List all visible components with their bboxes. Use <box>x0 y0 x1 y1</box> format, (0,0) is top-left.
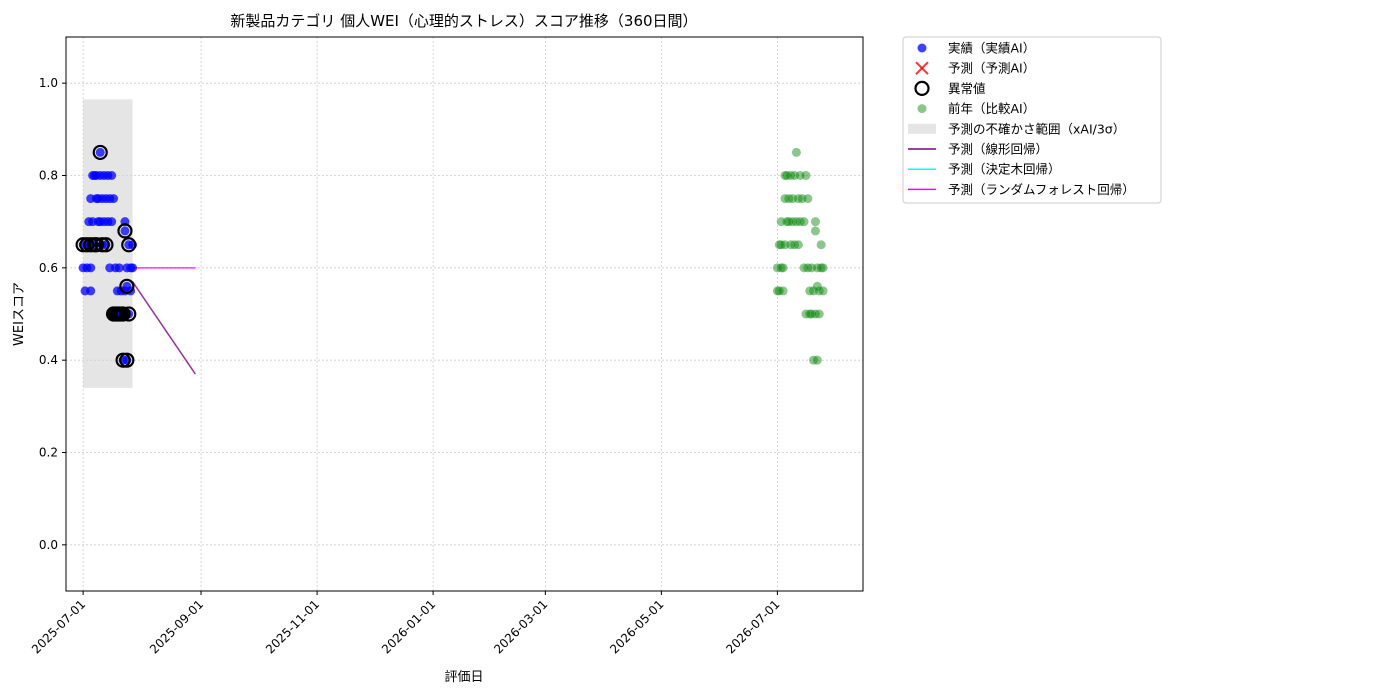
y-tick-label: 0.0 <box>39 538 58 552</box>
x-tick-label: 2026-01-01 <box>379 597 438 656</box>
legend-marker-prev_year <box>917 104 927 114</box>
prev-year-points-layer <box>772 147 828 365</box>
actual-point <box>86 286 96 296</box>
prev-year-point <box>816 240 826 250</box>
y-axis-ticks: 0.0 0.2 0.4 0.6 0.8 1.0 <box>39 76 66 552</box>
legend-label-actual: 実績（実績AI） <box>948 41 1035 56</box>
prev-year-point <box>803 194 813 204</box>
y-tick-label: 0.2 <box>39 446 58 460</box>
legend-label-anomaly: 異常値 <box>948 81 986 96</box>
actual-point <box>95 147 105 157</box>
legend-label-predicted: 予測（予測AI） <box>948 61 1035 76</box>
legend-label-uncertainty: 予測の不確かさ範囲（xAI/3σ） <box>948 121 1125 136</box>
x-axis-ticks: 2025-07-01 2025-09-01 2025-11-01 2026-01-01… <box>29 591 783 656</box>
actual-point <box>120 226 130 236</box>
actual-point <box>109 194 119 204</box>
y-axis-label: WEIスコア <box>12 282 27 346</box>
y-tick-label: 0.4 <box>39 353 58 367</box>
x-tick-label: 2026-03-01 <box>491 597 550 656</box>
x-tick-label: 2025-07-01 <box>29 597 88 656</box>
prev-year-point <box>778 263 788 273</box>
x-axis-label: 評価日 <box>444 670 483 685</box>
chart-title: 新製品カテゴリ 個人WEI（心理的ストレス）スコア推移（360日間） <box>230 12 697 30</box>
grid-lines <box>66 37 863 591</box>
y-tick-label: 0.6 <box>39 261 58 275</box>
prev-year-point <box>818 263 828 273</box>
x-tick-label: 2025-09-01 <box>147 597 206 656</box>
y-tick-label: 0.8 <box>39 169 58 183</box>
prev-year-point <box>810 217 820 227</box>
prev-year-point <box>799 217 809 227</box>
regression-lines-layer <box>131 267 196 375</box>
actual-point <box>86 263 96 273</box>
prev-year-point <box>801 171 811 180</box>
prev-year-point <box>791 147 801 157</box>
legend-marker-actual <box>917 43 927 53</box>
y-tick-label: 1.0 <box>39 76 58 90</box>
legend-label-tree: 予測（決定木回帰） <box>948 162 1061 177</box>
x-tick-label: 2026-07-01 <box>723 597 782 656</box>
prev-year-point <box>814 309 824 319</box>
prev-year-point <box>793 240 803 250</box>
actual-point <box>107 171 117 180</box>
legend-label-prev_year: 前年（比較AI） <box>948 101 1035 116</box>
prev-year-point <box>818 286 828 296</box>
legend: 実績（実績AI） 予測（予測AI） 異常値前年（比較AI） 予測の不確かさ範囲（xAI… <box>902 36 1162 204</box>
legend-marker-uncertainty <box>908 123 936 134</box>
actual-point <box>128 263 138 273</box>
prev-year-point <box>812 355 822 365</box>
x-tick-label: 2025-11-01 <box>263 597 322 656</box>
chart-canvas: 新製品カテゴリ 個人WEI（心理的ストレス）スコア推移（360日間） 0.00.… <box>12 12 1162 685</box>
actual-point <box>107 217 117 227</box>
legend-label-forest: 予測（ランダムフォレスト回帰） <box>948 182 1135 197</box>
plot-frame <box>65 36 864 592</box>
prev-year-point <box>810 226 820 236</box>
prev-year-point <box>778 286 788 296</box>
legend-label-linear: 予測（線形回帰） <box>948 142 1048 157</box>
x-tick-label: 2026-05-01 <box>607 597 666 656</box>
